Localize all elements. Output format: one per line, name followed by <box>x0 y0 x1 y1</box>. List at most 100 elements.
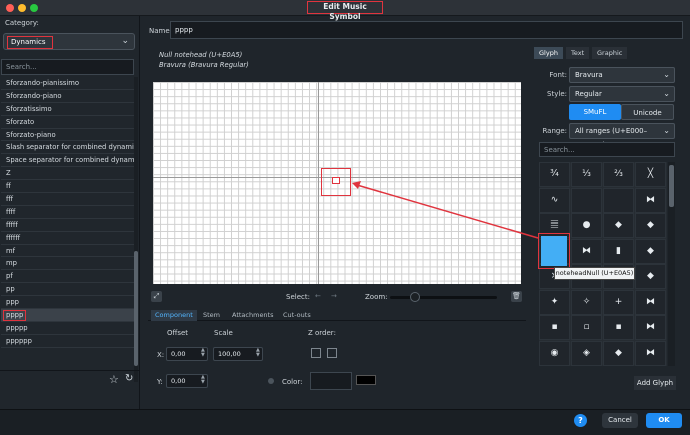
ok-button[interactable]: OK <box>646 413 682 428</box>
favorite-star-icon[interactable]: ☆ <box>109 373 119 386</box>
zoom-window-icon[interactable] <box>30 4 38 12</box>
glyph-cell[interactable]: ⧓ <box>635 315 666 340</box>
glyph-cell[interactable]: ▮ <box>603 238 634 264</box>
add-glyph-button[interactable]: Add Glyph <box>634 376 676 390</box>
list-item[interactable]: mf <box>1 245 134 258</box>
list-item[interactable]: Sforzando-piano <box>1 90 134 103</box>
close-window-icon[interactable] <box>6 4 14 12</box>
glyph-cell[interactable]: ⧓ <box>635 187 666 213</box>
list-item[interactable]: Slash separator for combined dynamics <box>1 141 134 155</box>
trash-icon[interactable]: 🗑 <box>511 291 522 302</box>
list-item-label: Sforzatissimo <box>6 104 52 113</box>
range-dropdown[interactable]: All ranges (U+E000–U+F3FF)⌄ <box>569 123 675 149</box>
list-item[interactable]: ppp <box>1 296 134 310</box>
select-previous-arrow[interactable]: ← <box>315 292 321 300</box>
glyph-cell[interactable]: ⧓ <box>571 238 602 264</box>
glyph-cell[interactable]: ∿ <box>539 187 570 213</box>
list-item[interactable]: pf <box>1 270 134 284</box>
tab-attachments[interactable]: Attachments <box>228 310 278 321</box>
cancel-button[interactable]: Cancel <box>602 413 638 428</box>
list-item[interactable]: pp <box>1 283 134 297</box>
glyph-cell[interactable]: ▪ <box>539 315 570 340</box>
scale-stepper[interactable]: ▲ ▼ <box>256 348 260 358</box>
glyph-cell[interactable]: ⅔ <box>603 162 634 187</box>
name-label: Name: <box>149 27 173 35</box>
list-item[interactable]: ppppp <box>1 322 134 335</box>
glyph-cell[interactable]: ◆ <box>635 238 666 264</box>
list-item[interactable]: fff <box>1 193 134 206</box>
glyph-cell[interactable]: ✧ <box>571 289 602 315</box>
reset-icon[interactable]: ↻ <box>125 373 133 384</box>
name-field[interactable]: pppp <box>170 21 683 39</box>
list-item[interactable]: Sforzando-pianissimo <box>1 77 134 90</box>
list-item[interactable]: mp <box>1 257 134 271</box>
tab-graphic[interactable]: Graphic <box>592 47 628 59</box>
unicode-toggle[interactable]: Unicode <box>621 104 674 120</box>
glyph-cell[interactable]: ◆ <box>635 264 666 289</box>
glyph-cell[interactable]: ▪ <box>603 315 634 340</box>
glyph-cell[interactable]: ⅓ <box>571 162 602 187</box>
glyph-grid-scroll-thumb[interactable] <box>669 165 674 207</box>
list-item[interactable]: pppp <box>1 309 134 322</box>
list-item[interactable]: pppppp <box>1 335 134 348</box>
glyph-cell[interactable]: + <box>603 289 634 315</box>
tab-text[interactable]: Text <box>566 47 590 59</box>
glyph-cell[interactable]: ◆ <box>603 340 634 366</box>
style-dropdown[interactable]: Regular ⌄ <box>569 86 675 102</box>
glyph-cell[interactable]: ◈ <box>571 340 602 366</box>
glyph-cell[interactable]: ╳ <box>635 162 666 187</box>
bring-forward-icon[interactable] <box>311 348 321 358</box>
glyph-cell[interactable] <box>571 187 602 213</box>
help-button[interactable]: ? <box>574 414 587 427</box>
color-swatch[interactable] <box>356 375 376 385</box>
glyph-cell[interactable]: ▫ <box>571 315 602 340</box>
tab-component[interactable]: Component <box>151 310 197 321</box>
category-dropdown[interactable]: Dynamics ⌄ <box>3 33 135 50</box>
select-next-arrow[interactable]: → <box>331 292 337 300</box>
glyph-cell[interactable]: ● <box>571 213 602 238</box>
glyph-cell[interactable] <box>603 187 634 213</box>
list-item-label: pp <box>6 285 15 294</box>
list-item-label: Sforzato-piano <box>6 130 56 139</box>
color-hex-field[interactable] <box>310 372 352 390</box>
glyph-cell[interactable]: ✦ <box>539 289 570 315</box>
symbol-list-scroll-thumb[interactable] <box>134 251 138 366</box>
tab-glyph[interactable]: Glyph <box>534 47 563 59</box>
null-notehead-glyph[interactable] <box>332 177 340 184</box>
glyph-cell[interactable]: ◉ <box>539 340 570 366</box>
list-item-label: pf <box>6 272 13 281</box>
list-item[interactable]: ffff <box>1 206 134 219</box>
list-item[interactable]: Sforzato-piano <box>1 129 134 142</box>
list-item[interactable]: Sforzatissimo <box>1 103 134 116</box>
list-item[interactable]: ffffff <box>1 232 134 245</box>
zoom-slider-track[interactable] <box>390 296 497 299</box>
list-item-label: ppppp <box>6 323 28 332</box>
glyph-cell[interactable]: ⧓ <box>635 340 666 366</box>
list-item[interactable]: ff <box>1 180 134 194</box>
tab-stem[interactable]: Stem <box>199 310 224 321</box>
x-offset-stepper[interactable]: ▲ ▼ <box>201 348 205 358</box>
glyph-cell[interactable]: ¾ <box>539 162 570 187</box>
list-item[interactable]: Space separator for combined dynamics <box>1 154 134 168</box>
glyph-cell[interactable]: ◆ <box>603 213 634 238</box>
send-backward-icon[interactable] <box>327 348 337 358</box>
glyph-search-input[interactable]: Search... <box>539 142 675 157</box>
selected-glyph-cell[interactable] <box>541 236 567 266</box>
list-item[interactable]: Z <box>1 167 134 181</box>
smufl-toggle[interactable]: SMuFL <box>569 104 621 120</box>
list-item[interactable]: Sforzato <box>1 116 134 129</box>
zoom-slider-handle[interactable] <box>410 292 420 302</box>
category-label: Category: <box>5 19 39 27</box>
glyph-cell[interactable]: ⧓ <box>635 289 666 315</box>
category-panel: Category: Dynamics ⌄ Search... Sforzando… <box>0 16 140 409</box>
window-title: Edit Music Symbol <box>307 1 383 21</box>
minimize-window-icon[interactable] <box>18 4 26 12</box>
expand-icon[interactable]: ⤢ <box>151 291 162 302</box>
list-item[interactable]: fffff <box>1 219 134 232</box>
glyph-cell[interactable]: ◆ <box>635 213 666 238</box>
tab-cut-outs[interactable]: Cut-outs <box>279 310 315 321</box>
y-offset-stepper[interactable]: ▲ ▼ <box>201 375 205 385</box>
color-enable-radio[interactable] <box>268 378 274 384</box>
category-search-input[interactable]: Search... <box>1 59 134 75</box>
font-dropdown[interactable]: Bravura ⌄ <box>569 67 675 83</box>
